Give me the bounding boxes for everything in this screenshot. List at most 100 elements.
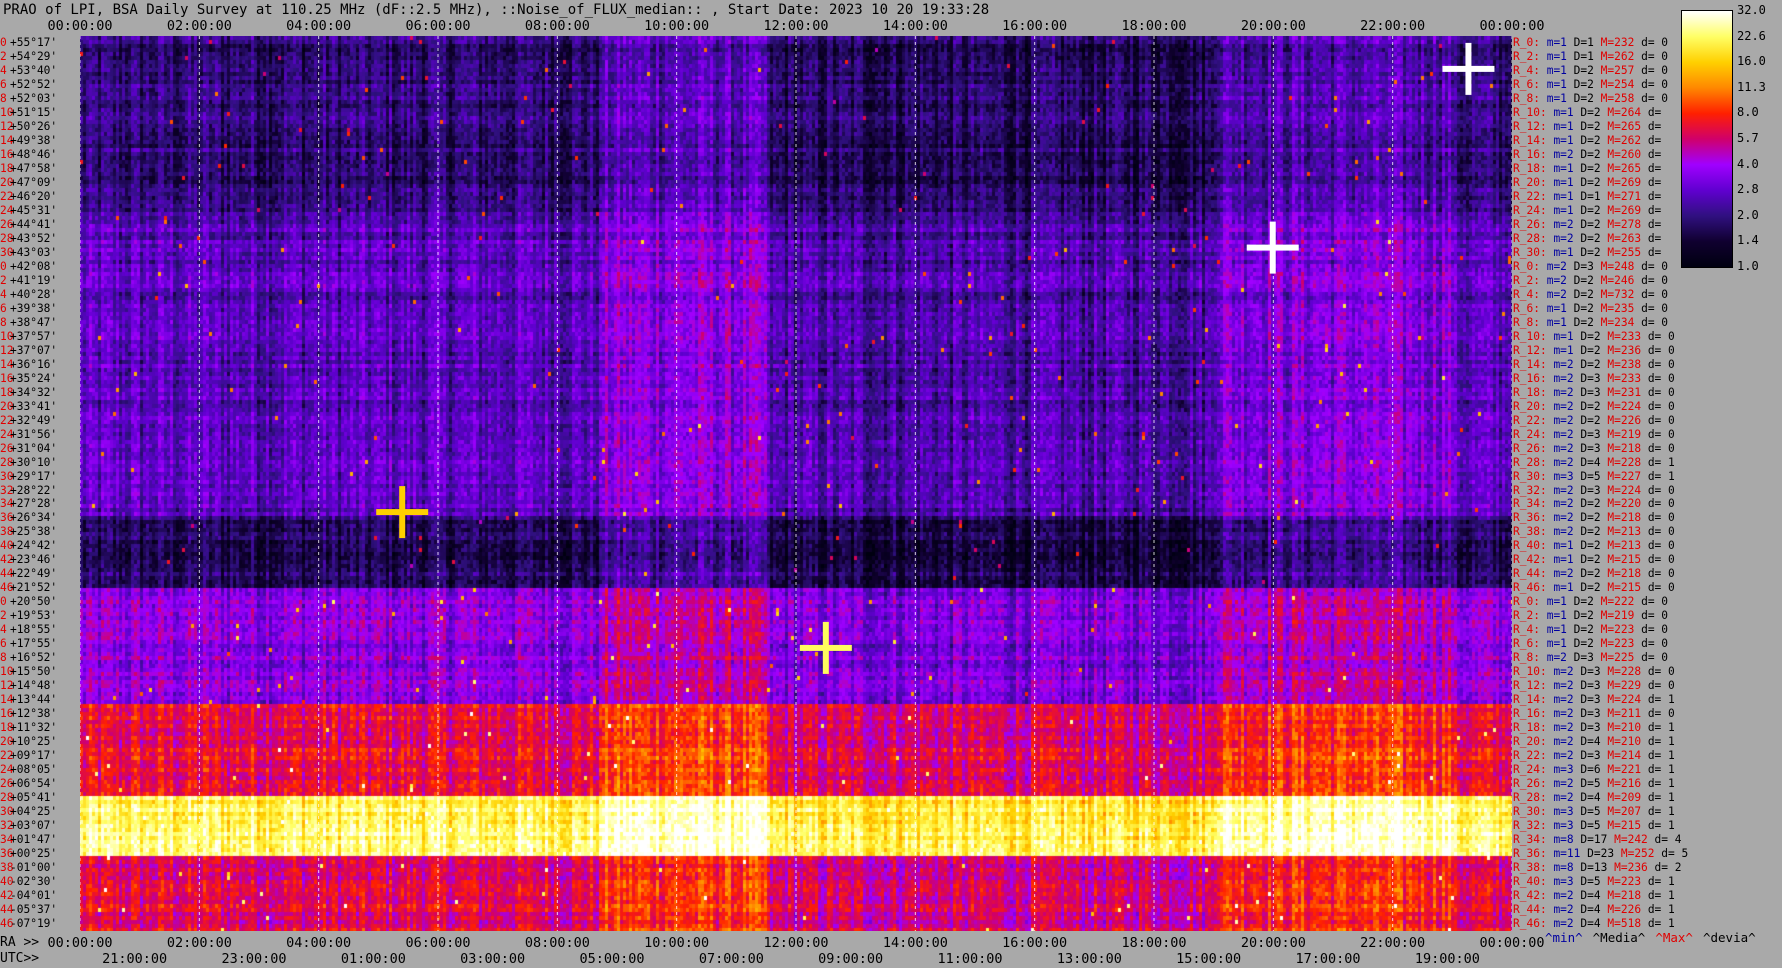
row-max: M=211 [1607,707,1642,721]
row-deviation: d= 1 [1647,917,1675,931]
declination-value: +36°16' [10,357,58,371]
row-max: M=215 [1607,819,1642,833]
ra-bottom-tick-label: 10:00:00 [644,935,710,951]
row-name: R_24: [1513,427,1547,441]
row-deviation: d= 0 [1641,91,1669,105]
ra-tick-label: 10:00:00 [644,18,710,34]
declination-value: +16°52' [10,651,58,665]
row-name: R_16: [1513,371,1547,385]
row-stat: R_40: m=1 D=2 M=213 d= 0 [1513,539,1675,553]
row-median: D=4 [1580,889,1601,903]
row-deviation: d= 0 [1641,259,1669,273]
dec-row-label: 16+35°24' [0,372,57,386]
row-stat: R_4: m=1 D=2 M=223 d= 0 [1513,623,1668,637]
declination-value: +13°44' [10,693,58,707]
ra-bottom-tick-label: 04:00:00 [286,935,352,951]
dec-row-label: 34+01°47' [0,833,57,847]
row-index: 34 [0,833,14,847]
row-min: m=2 [1553,525,1574,539]
row-stat: R_8: m=1 D=2 M=234 d= 0 [1513,316,1668,330]
row-name: R_30: [1513,469,1547,483]
row-median: D=2 [1573,595,1594,609]
row-name: R_20: [1513,735,1547,749]
declination-value: +44°41' [10,217,58,231]
row-index: 20 [0,399,14,413]
dec-row-label: 18+47°58' [0,162,57,176]
row-stat: R_30: m=1 D=2 M=255 d= [1513,246,1661,260]
dec-row-label: 8 +38°47' [0,316,57,330]
row-min: m=8 [1553,861,1574,875]
row-index: 46 [0,581,14,595]
row-max: M=218 [1607,567,1642,581]
row-max: M=209 [1607,791,1642,805]
declination-value: +48°46' [10,147,58,161]
row-name: R_46: [1513,581,1547,595]
row-median: D=2 [1580,539,1601,553]
ra-tick-label: 18:00:00 [1121,18,1187,34]
dec-row-label: 42+23°46' [0,553,57,567]
row-median: D=2 [1573,287,1594,301]
row-max: M=228 [1607,455,1642,469]
ra-bottom-tick-label: 16:00:00 [1002,935,1068,951]
ra-bottom-tick-label: 00:00:00 [47,935,113,951]
dec-row-label: 12+14°48' [0,679,57,693]
row-deviation: d= 0 [1647,497,1675,511]
row-max: M=224 [1607,483,1642,497]
declination-value: +39°38' [10,301,58,315]
row-max: M=226 [1607,413,1642,427]
ra-bottom-tick-label: 14:00:00 [882,935,948,951]
row-max: M=236 [1614,861,1648,875]
dec-row-label: 40-02°30' [0,875,57,889]
row-median: D=5 [1580,819,1601,833]
declination-value: +43°52' [10,231,58,245]
row-median: D=2 [1580,357,1601,371]
row-min: m=2 [1553,441,1574,455]
row-min: m=1 [1553,203,1574,217]
row-deviation: d= 0 [1647,483,1675,497]
row-index: 42 [0,889,14,903]
row-median: D=5 [1580,469,1601,483]
row-stat: R_26: m=2 D=2 M=278 d= [1513,218,1661,232]
row-name: R_2: [1513,609,1540,623]
colorbar-tick: 2.0 [1737,207,1759,222]
declination-value: -02°30' [10,875,58,889]
row-stat: R_10: m=1 D=2 M=233 d= 0 [1513,330,1675,344]
declination-value: +33°41' [10,399,58,413]
stat-legend: ^min^ ^Media^ ^Max^ ^devia^ [1545,930,1766,945]
colorbar-tick: 1.4 [1737,233,1759,248]
row-median: D=3 [1580,693,1601,707]
row-index: 42 [0,553,14,567]
row-min: m=2 [1553,399,1574,413]
row-deviation: d= 1 [1647,455,1675,469]
row-stat: R_18: m=2 D=3 M=231 d= 0 [1513,386,1675,400]
row-max: M=248 [1600,259,1635,273]
row-median: D=2 [1573,63,1594,77]
row-name: R_24: [1513,203,1547,217]
declination-value: +11°32' [10,721,58,735]
declination-value: +08°05' [10,763,58,777]
row-median: D=2 [1580,553,1601,567]
dec-row-label: 10+37°57' [0,330,57,344]
row-min: m=2 [1553,231,1574,245]
row-index: 18 [0,721,14,735]
declination-value: +06°54' [10,777,58,791]
dec-row-label: 2 +19°53' [0,609,57,623]
row-min: m=2 [1553,665,1574,679]
dec-row-label: 38+25°38' [0,525,57,539]
utc-tick-label: 13:00:00 [1056,951,1122,967]
row-median: D=2 [1580,497,1601,511]
colorbar-tick: 8.0 [1737,105,1759,120]
row-index: 4 [0,623,7,637]
declination-value: +55°17' [10,36,58,49]
dec-row-label: 44-05°37' [0,903,57,917]
row-name: R_14: [1513,357,1547,371]
row-median: D=4 [1580,917,1601,931]
row-max: M=518 [1607,917,1642,931]
row-deviation: d= 0 [1641,77,1669,91]
row-name: R_44: [1513,567,1547,581]
row-min: m=3 [1553,875,1574,889]
row-max: M=269 [1607,203,1642,217]
row-index: 10 [0,329,14,343]
row-max: M=216 [1607,777,1642,791]
dec-row-label: 2 +41°19' [0,274,57,288]
